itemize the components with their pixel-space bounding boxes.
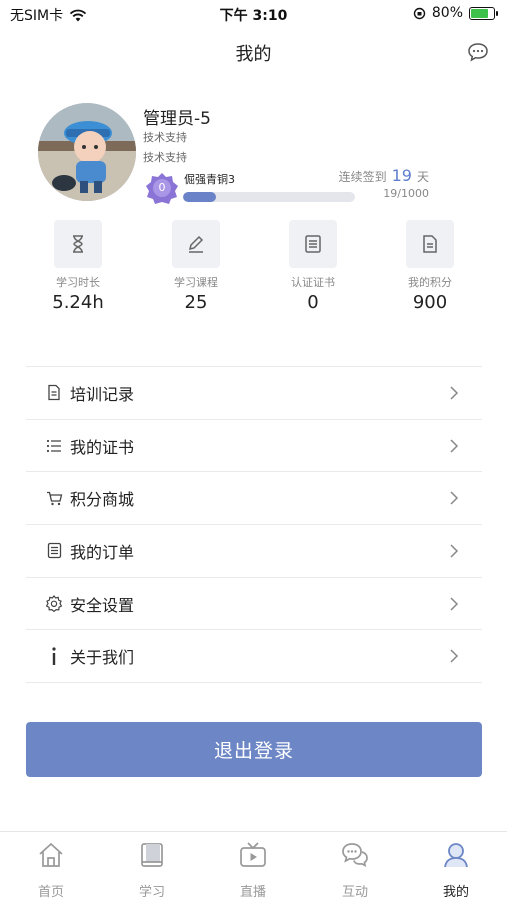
stat-certificates[interactable]: 认证证书 0 xyxy=(268,220,358,313)
chevron-right-icon xyxy=(450,544,459,558)
level-progress-bar xyxy=(183,192,355,202)
signin-suffix: 天 xyxy=(416,170,429,184)
battery-icon xyxy=(469,6,498,20)
avatar[interactable] xyxy=(38,103,136,201)
document-icon xyxy=(406,220,454,268)
menu-item-about-us[interactable]: 关于我们 xyxy=(26,630,482,684)
status-bar: 无SIM卡 下午 3:10 80% xyxy=(0,0,507,28)
stat-value: 5.24h xyxy=(52,292,104,313)
menu-item-my-certificates[interactable]: 我的证书 xyxy=(26,420,482,473)
avatar-image xyxy=(38,103,136,201)
page-title: 我的 xyxy=(235,44,272,65)
nav-bar: 我的 xyxy=(0,28,507,76)
orientation-lock-icon xyxy=(413,7,426,19)
signin-prefix: 连续签到 xyxy=(338,170,387,184)
user-title: 技术支持 xyxy=(143,151,187,164)
pencil-icon xyxy=(172,220,220,268)
chevron-right-icon xyxy=(450,386,459,400)
status-right: 80% xyxy=(413,5,498,21)
stat-study-time[interactable]: 学习时长 5.24h xyxy=(33,220,123,313)
chat-bubble-icon[interactable] xyxy=(467,42,489,62)
level-name: 倔强青铜3 xyxy=(184,173,235,186)
tab-label: 直播 xyxy=(239,885,266,900)
user-icon xyxy=(444,843,468,868)
chevron-right-icon xyxy=(450,649,459,663)
stat-points[interactable]: 我的积分 900 xyxy=(385,220,475,313)
menu-item-my-orders[interactable]: 我的订单 xyxy=(26,525,482,578)
settings-menu: 培训记录 我的证书 积分商城 我的订单 安全设置 关于我们 xyxy=(26,366,482,684)
user-name: 管理员-5 xyxy=(143,109,211,129)
gear-icon xyxy=(44,594,64,614)
stat-value: 900 xyxy=(412,292,448,313)
tab-label: 我的 xyxy=(442,885,469,900)
menu-label: 积分商城 xyxy=(70,490,135,510)
stat-label: 学习时长 xyxy=(56,276,100,289)
battery-level xyxy=(471,8,489,18)
signin-ratio: 19/1000 xyxy=(383,187,429,200)
stat-courses[interactable]: 学习课程 25 xyxy=(151,220,241,313)
battery-percent: 80% xyxy=(431,5,463,21)
badge-level-number: 0 xyxy=(158,181,166,194)
stat-label: 认证证书 xyxy=(291,276,335,289)
stat-label: 我的积分 xyxy=(408,276,452,289)
tab-label: 首页 xyxy=(37,885,64,900)
menu-label: 我的证书 xyxy=(70,437,135,457)
stat-value: 25 xyxy=(184,292,208,313)
menu-item-security-settings[interactable]: 安全设置 xyxy=(26,578,482,631)
stat-label: 学习课程 xyxy=(174,276,218,289)
stat-value: 0 xyxy=(307,292,319,313)
chevron-right-icon xyxy=(450,491,459,505)
tab-mine[interactable]: 我的 xyxy=(426,840,486,900)
menu-label: 培训记录 xyxy=(70,384,135,404)
tab-live[interactable]: 直播 xyxy=(223,840,283,900)
tab-bar: 首页 学习 直播 互动 我的 xyxy=(0,831,507,900)
info-icon xyxy=(44,646,64,666)
tab-home[interactable]: 首页 xyxy=(21,840,81,900)
signin-streak: 连续签到 19 天 xyxy=(339,166,429,185)
level-badge-icon: 0 xyxy=(144,171,180,207)
tab-study[interactable]: 学习 xyxy=(122,840,182,900)
logout-button[interactable]: 退出登录 xyxy=(26,722,482,777)
order-icon xyxy=(44,541,64,561)
tab-label: 学习 xyxy=(138,885,165,900)
level-progress-fill xyxy=(183,192,216,202)
cart-icon xyxy=(44,488,64,508)
menu-label: 关于我们 xyxy=(70,648,135,668)
menu-label: 安全设置 xyxy=(70,595,135,615)
chevron-right-icon xyxy=(450,597,459,611)
chevron-right-icon xyxy=(450,439,459,453)
certificate-icon xyxy=(289,220,337,268)
home-icon xyxy=(39,842,63,867)
menu-label: 我的订单 xyxy=(70,542,135,562)
tv-icon xyxy=(240,842,266,867)
list-icon xyxy=(44,436,64,456)
document-icon xyxy=(44,383,64,403)
menu-item-training-records[interactable]: 培训记录 xyxy=(26,367,482,420)
tab-label: 互动 xyxy=(341,885,368,900)
user-department: 技术支持 xyxy=(143,131,187,144)
signin-days: 19 xyxy=(391,166,412,185)
menu-item-points-mall[interactable]: 积分商城 xyxy=(26,472,482,526)
book-icon xyxy=(141,843,163,867)
chat-icon xyxy=(342,843,368,868)
hourglass-icon xyxy=(54,220,102,268)
tab-interact[interactable]: 互动 xyxy=(325,840,385,900)
